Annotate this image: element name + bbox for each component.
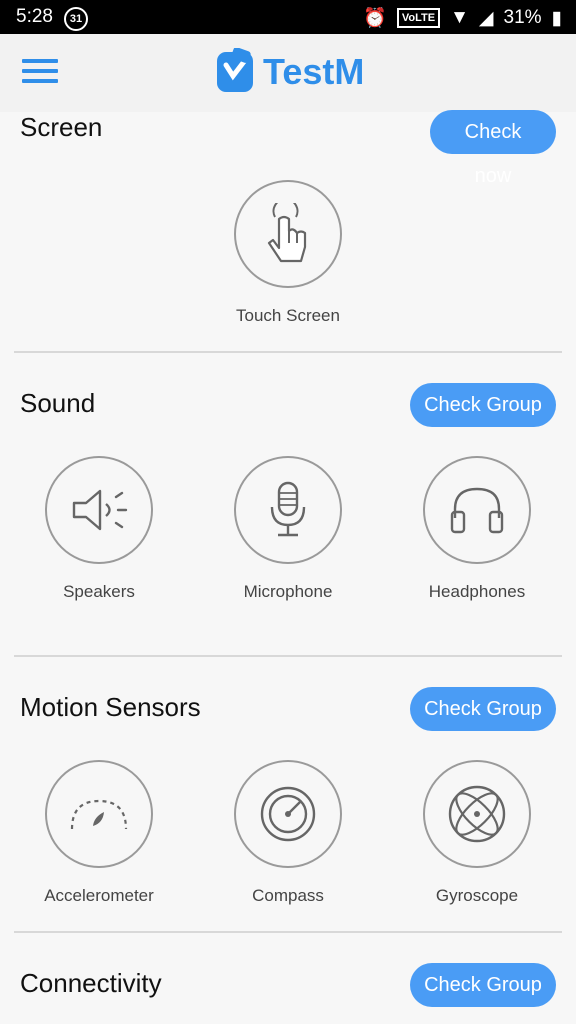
app-logo: TestM: [213, 48, 364, 96]
motion-section-title: Motion Sensors: [20, 692, 201, 722]
calendar-icon: 31: [64, 7, 88, 31]
sound-check-group-button[interactable]: Check Group: [410, 383, 556, 427]
touch-icon: [267, 203, 307, 263]
connectivity-section-title: Connectivity: [20, 968, 162, 998]
sound-section-title: Sound: [20, 388, 96, 418]
menu-button[interactable]: [22, 59, 58, 87]
testm-logo-icon: [217, 48, 253, 92]
microphone-circle: [234, 456, 342, 564]
battery-percentage: 31%: [503, 7, 542, 28]
app-name: TestM: [263, 51, 365, 92]
connectivity-check-group-button[interactable]: Check Group: [410, 963, 556, 1007]
microphone-test[interactable]: Microphone: [193, 456, 383, 602]
wifi-icon: ▼: [450, 7, 469, 28]
test-list[interactable]: Screen Check now Touch Screen Sound Chec…: [0, 110, 576, 1024]
microphone-icon: [270, 481, 306, 537]
menu-line: [22, 59, 58, 63]
volte-badge: VoLTE: [396, 8, 441, 28]
accelerometer-circle: [45, 760, 153, 868]
speedometer-icon: [70, 799, 128, 830]
speakers-circle: [45, 456, 153, 564]
divider: [14, 931, 562, 933]
headphones-label: Headphones: [428, 582, 526, 601]
compass-circle: [234, 760, 342, 868]
touch-screen-test[interactable]: Touch Screen: [193, 180, 383, 326]
signal-icon: ◢: [478, 7, 494, 29]
divider: [14, 351, 562, 353]
motion-check-group-button[interactable]: Check Group: [410, 687, 556, 731]
status-right: ⏰ VoLTE ▼ ◢ 31% ▮: [363, 6, 562, 30]
accelerometer-test[interactable]: Accelerometer: [4, 760, 194, 906]
check-now-button[interactable]: Check now: [430, 110, 556, 187]
accelerometer-label: Accelerometer: [44, 886, 154, 905]
touch-screen-circle: [234, 180, 342, 288]
alarm-icon: ⏰: [363, 8, 387, 29]
compass-test[interactable]: Compass: [193, 760, 383, 906]
microphone-label: Microphone: [243, 582, 333, 601]
headphones-circle: [423, 456, 531, 564]
speaker-icon: [72, 489, 128, 531]
compass-icon: [260, 786, 316, 842]
battery-icon: ▮: [551, 7, 562, 29]
headphones-test[interactable]: Headphones: [382, 456, 572, 602]
gyroscope-test[interactable]: Gyroscope: [382, 760, 572, 906]
app-bar: TestM: [0, 34, 576, 112]
gyroscope-circle: [423, 760, 531, 868]
compass-label: Compass: [252, 886, 324, 905]
headphones-icon: [450, 487, 504, 534]
touch-screen-label: Touch Screen: [236, 306, 340, 325]
screen-section-title: Screen: [20, 112, 103, 142]
gyroscope-icon: [448, 785, 506, 843]
speakers-label: Speakers: [63, 582, 135, 601]
status-time: 5:28: [16, 6, 53, 27]
menu-line: [22, 79, 58, 83]
gyroscope-label: Gyroscope: [435, 886, 519, 905]
divider: [14, 655, 562, 657]
status-bar: 5:28 31 ⏰ VoLTE ▼ ◢ 31% ▮: [0, 0, 576, 34]
menu-line: [22, 69, 58, 73]
speakers-test[interactable]: Speakers: [4, 456, 194, 602]
